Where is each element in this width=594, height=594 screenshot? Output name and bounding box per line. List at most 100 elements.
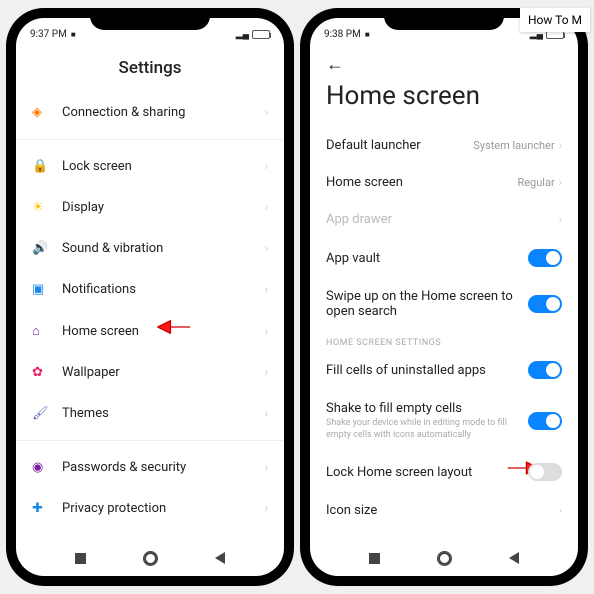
item-label: Connection & sharing <box>62 105 265 120</box>
back-button[interactable]: ← <box>326 54 344 75</box>
item-icon: ✚ <box>32 501 62 516</box>
item-label: Default launcher <box>326 138 473 153</box>
toggle-switch[interactable] <box>528 249 562 267</box>
phone-right: 9:38 PM ■ ▂▄ ← Home screen Default launc… <box>300 8 588 586</box>
item-label: Sound & vibration <box>62 241 265 256</box>
chevron-right-icon: › <box>265 407 268 420</box>
chevron-right-icon: › <box>265 160 268 173</box>
item-label: Display <box>62 200 265 215</box>
settings-list: ◈Connection & sharing›🔒Lock screen›☀Disp… <box>16 92 284 540</box>
notch <box>384 8 504 30</box>
navbar <box>16 540 284 576</box>
item-label: App drawer <box>326 212 559 227</box>
battery-icon <box>252 30 270 39</box>
nav-recent-button[interactable] <box>75 553 86 564</box>
signal-icon: ▂▄ <box>236 29 249 40</box>
section-header: HOME SCREEN SETTINGS <box>310 330 578 350</box>
chevron-right-icon: › <box>265 242 268 255</box>
camera-icon: ■ <box>365 30 370 39</box>
settings-item[interactable]: ✿Wallpaper› <box>16 352 284 393</box>
screen-settings: 9:37 PM ■ ▂▄ Settings ◈Connection & shar… <box>16 18 284 576</box>
settings-item[interactable]: 🖌Themes› <box>16 393 284 434</box>
page-title: Settings <box>16 50 284 92</box>
item-icon: ☀ <box>32 200 62 215</box>
item-label: Home screen <box>326 175 517 190</box>
toggle-switch[interactable] <box>528 412 562 430</box>
settings-item[interactable]: 🔒Lock screen› <box>16 146 284 187</box>
item-icon: ◉ <box>32 460 62 475</box>
chevron-right-icon: › <box>559 176 562 189</box>
settings-item[interactable]: ✚Privacy protection› <box>16 488 284 529</box>
nav-home-button[interactable] <box>144 552 157 565</box>
toggle-switch[interactable] <box>528 463 562 481</box>
item-subtext: Shake your device while in editing mode … <box>326 418 528 441</box>
notch <box>90 8 210 30</box>
item-icon: 🖌 <box>32 406 62 421</box>
item-icon: 🔊 <box>32 241 62 256</box>
divider <box>16 440 284 441</box>
item-label: Shake to fill empty cells <box>326 401 528 416</box>
chevron-right-icon: › <box>265 502 268 515</box>
item-icon: 🔒 <box>32 159 62 174</box>
toggle-switch[interactable] <box>528 361 562 379</box>
settings-item[interactable]: ◉Passwords & security› <box>16 447 284 488</box>
item-label: Themes <box>62 406 265 421</box>
settings-item[interactable]: Fill cells of uninstalled apps <box>310 350 578 390</box>
item-label: Swipe up on the Home screen to open sear… <box>326 289 528 319</box>
chevron-right-icon: › <box>559 139 562 152</box>
chevron-right-icon: › <box>265 461 268 474</box>
nav-home-button[interactable] <box>438 552 451 565</box>
settings-item[interactable]: 🔊Sound & vibration› <box>16 228 284 269</box>
item-label: Privacy protection <box>62 501 265 516</box>
screen-home: 9:38 PM ■ ▂▄ ← Home screen Default launc… <box>310 18 578 576</box>
item-label: Fill cells of uninstalled apps <box>326 363 528 378</box>
nav-back-button[interactable] <box>509 552 519 564</box>
item-label: Icon size <box>326 503 559 518</box>
chevron-right-icon: › <box>559 213 562 226</box>
chevron-right-icon: › <box>265 201 268 214</box>
item-icon: ✿ <box>32 365 62 380</box>
item-label: Home screen <box>62 324 265 339</box>
settings-item[interactable]: Icon size› <box>310 492 578 529</box>
settings-item[interactable]: Shake to fill empty cells Shake your devi… <box>310 390 578 452</box>
item-icon: ◈ <box>32 105 62 120</box>
howto-overlay: How To M <box>520 8 590 32</box>
item-label: Lock Home screen layout <box>326 465 528 480</box>
chevron-right-icon: › <box>265 325 268 338</box>
camera-icon: ■ <box>71 30 76 39</box>
settings-item[interactable]: Default launcherSystem launcher › <box>310 127 578 164</box>
settings-item[interactable]: ▣Notifications› <box>16 269 284 310</box>
navbar <box>310 540 578 576</box>
item-label: Wallpaper <box>62 365 265 380</box>
item-label: App vault <box>326 251 528 266</box>
chevron-right-icon: › <box>265 366 268 379</box>
item-label: Lock screen <box>62 159 265 174</box>
settings-item[interactable]: App vault <box>310 238 578 278</box>
settings-item[interactable]: ☀Display› <box>16 187 284 228</box>
chevron-right-icon: › <box>559 504 562 517</box>
home-screen-list: Default launcherSystem launcher›Home scr… <box>310 127 578 540</box>
settings-item[interactable]: Swipe up on the Home screen to open sear… <box>310 278 578 330</box>
header: ← <box>310 50 578 75</box>
nav-back-button[interactable] <box>215 552 225 564</box>
toggle-switch[interactable] <box>528 295 562 313</box>
settings-item[interactable]: ◈Connection & sharing› <box>16 92 284 133</box>
item-value: Regular <box>517 176 554 189</box>
item-value: System launcher <box>473 139 554 152</box>
divider <box>16 139 284 140</box>
item-label: Passwords & security <box>62 460 265 475</box>
status-time: 9:38 PM <box>324 29 361 40</box>
item-icon: ▣ <box>32 282 62 297</box>
item-label: Notifications <box>62 282 265 297</box>
phone-left: 9:37 PM ■ ▂▄ Settings ◈Connection & shar… <box>6 8 294 586</box>
status-time: 9:37 PM <box>30 29 67 40</box>
settings-item[interactable]: Home screenRegular › <box>310 164 578 201</box>
settings-item[interactable]: Lock Home screen layout <box>310 452 578 492</box>
page-title: Home screen <box>310 75 578 127</box>
settings-item[interactable]: ⌂Home screen› <box>16 310 284 352</box>
chevron-right-icon: › <box>265 283 268 296</box>
chevron-right-icon: › <box>265 106 268 119</box>
nav-recent-button[interactable] <box>369 553 380 564</box>
settings-item: App drawer› <box>310 201 578 238</box>
item-icon: ⌂ <box>32 323 62 339</box>
